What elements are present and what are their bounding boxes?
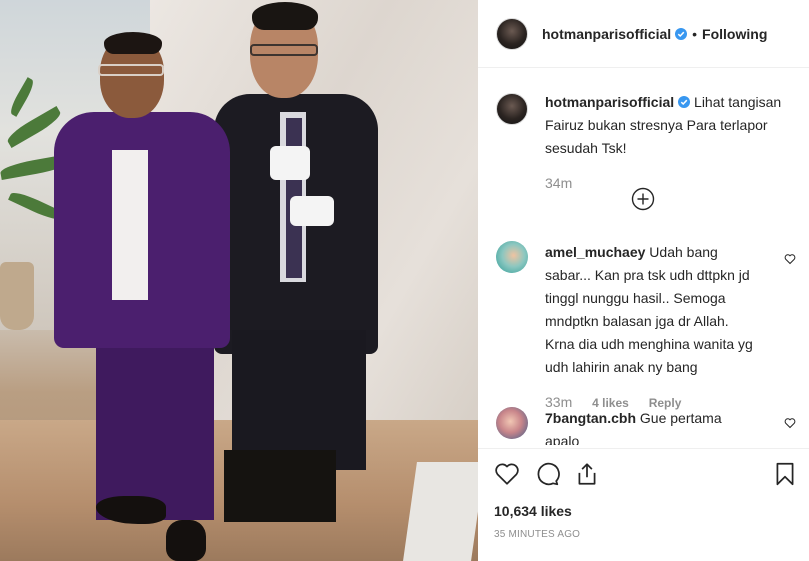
standee-glasses: [250, 44, 318, 56]
standee-hair: [252, 2, 318, 30]
instagram-post-view: hotmanparisofficial • Following hotmanpa…: [0, 0, 809, 561]
man-shirt: [112, 150, 148, 300]
bookmark-icon[interactable]: [772, 461, 798, 487]
author-username[interactable]: hotmanparisofficial: [542, 26, 688, 42]
commenter-avatar[interactable]: [496, 407, 528, 439]
caption-author-avatar[interactable]: [496, 93, 528, 125]
caption-author-username[interactable]: hotmanparisofficial: [545, 94, 674, 110]
caption-time[interactable]: 34m: [545, 175, 572, 191]
post-timestamp: 35 MINUTES AGO: [494, 529, 581, 540]
photo-step: [403, 462, 478, 561]
heart-icon[interactable]: [784, 253, 796, 265]
comment-item: 7bangtan.cbh Gue pertama apalo 34m: [496, 407, 796, 445]
man-hair: [104, 32, 162, 54]
post-actions: 10,634 likes 35 MINUTES AGO: [478, 448, 809, 561]
heart-icon[interactable]: [784, 417, 796, 429]
comment-text-block: amel_muchaey Udah bang sabar... Kan pra …: [545, 241, 759, 415]
share-icon[interactable]: [574, 461, 600, 487]
caption-meta: 34m: [545, 172, 796, 195]
caption: hotmanparisofficial Lihat tangisan Fairu…: [496, 91, 796, 195]
commenter-username[interactable]: amel_muchaey: [545, 244, 645, 260]
comment-item: amel_muchaey Udah bang sabar... Kan pra …: [496, 241, 796, 415]
post-photo[interactable]: [0, 0, 478, 561]
author-username-text[interactable]: hotmanparisofficial: [542, 26, 671, 42]
verified-badge-icon: [678, 96, 691, 108]
author-avatar[interactable]: [496, 17, 528, 50]
comments-list[interactable]: hotmanparisofficial Lihat tangisan Fairu…: [478, 69, 809, 445]
header-separator: •: [692, 25, 698, 42]
commenter-avatar[interactable]: [496, 241, 528, 273]
following-button[interactable]: Following: [702, 26, 767, 42]
commenter-username[interactable]: 7bangtan.cbh: [545, 410, 636, 426]
plus-circle-icon[interactable]: [631, 187, 655, 211]
heart-icon[interactable]: [494, 461, 520, 487]
likes-count[interactable]: 10,634 likes: [494, 503, 572, 519]
post-side-panel: hotmanparisofficial • Following hotmanpa…: [478, 0, 809, 561]
verified-badge-icon: [675, 27, 688, 40]
standee-cuff: [270, 146, 310, 180]
comment-bubble-icon[interactable]: [534, 461, 560, 487]
comment-text: Udah bang sabar... Kan pra tsk udh dttpk…: [545, 244, 753, 375]
post-header: hotmanparisofficial • Following: [478, 0, 809, 68]
standee-cuff: [290, 196, 334, 226]
man-legs: [96, 330, 214, 520]
standee-base: [224, 450, 336, 522]
caption-text-block: hotmanparisofficial Lihat tangisan Fairu…: [545, 91, 796, 195]
comment-text-block: 7bangtan.cbh Gue pertama apalo 34m: [545, 407, 759, 445]
man-glasses: [98, 64, 164, 76]
man-shoe: [166, 520, 206, 561]
photo-plant-pot: [0, 262, 34, 330]
standee-legs: [232, 330, 366, 470]
